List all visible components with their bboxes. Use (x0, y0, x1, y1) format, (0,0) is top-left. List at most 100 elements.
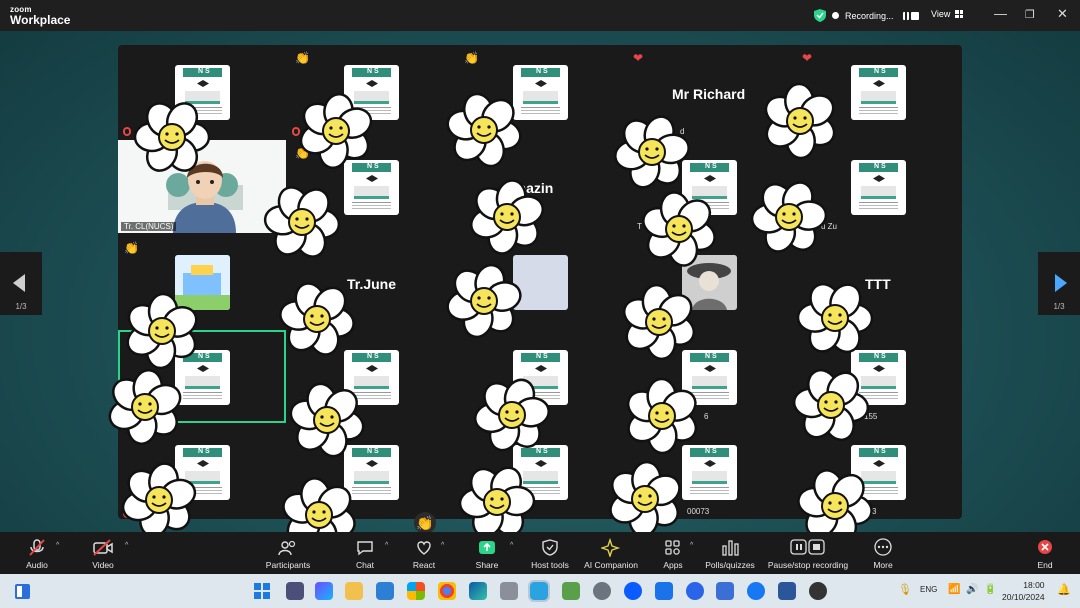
microphone-icon[interactable]: 🎙 (898, 583, 912, 596)
more-icon (874, 538, 892, 556)
clap-reaction-icon: 👏 (464, 51, 479, 65)
chrome-icon[interactable] (438, 582, 456, 600)
flower-sticker (796, 282, 874, 354)
media-player-icon[interactable] (809, 582, 827, 600)
audio-label: Audio (26, 560, 48, 570)
chat-icon (357, 541, 373, 556)
chevron-up-icon[interactable]: ^ (385, 542, 388, 549)
clap-reaction-icon: 👏 (124, 241, 139, 255)
apps-button[interactable]: Apps (660, 538, 686, 570)
arrow-right-icon (1055, 274, 1067, 292)
copilot-icon[interactable] (315, 582, 333, 600)
host-tools-button[interactable]: Host tools (529, 538, 571, 570)
wifi-icon[interactable]: 📶 (948, 584, 960, 595)
task-view-icon[interactable] (286, 582, 304, 600)
chat-button[interactable]: Chat (352, 538, 378, 570)
previous-page-button[interactable]: 1/3 (0, 252, 42, 315)
clap-reaction-icon: 👏 (414, 512, 436, 534)
word-icon[interactable] (778, 582, 796, 600)
flower-sticker (622, 283, 696, 361)
video-button[interactable]: Video (90, 538, 116, 570)
flower-sticker (446, 92, 522, 168)
host-tools-label: Host tools (531, 560, 569, 570)
messenger-icon[interactable] (686, 582, 704, 600)
file-explorer-icon[interactable] (345, 582, 363, 600)
start-icon[interactable] (254, 583, 270, 599)
chevron-up-icon[interactable]: ^ (441, 542, 444, 549)
record-dot-icon (832, 12, 839, 19)
app-icon[interactable] (747, 582, 765, 600)
audio-button[interactable]: Audio (24, 538, 50, 570)
share-button[interactable]: Share (474, 538, 500, 570)
end-label: End (1037, 560, 1053, 570)
telegram-icon[interactable] (528, 580, 550, 602)
meeting-toolbar: Audio ^ Video ^ Participants Chat ^ Reac… (0, 532, 1080, 574)
brand-big: Workplace (10, 13, 71, 27)
flower-sticker (626, 377, 698, 455)
notepad-icon[interactable] (562, 582, 580, 600)
flower-sticker (108, 369, 182, 445)
school-logo-avatar: N S (851, 65, 906, 120)
clock[interactable]: 18:00 20/10/2024 (1002, 579, 1045, 603)
arrow-left-icon (13, 274, 25, 292)
flower-sticker (263, 186, 341, 258)
app-icon[interactable] (500, 582, 518, 600)
chevron-up-icon[interactable]: ^ (56, 542, 59, 549)
participant-label: Tr. CL(NUCS) (121, 222, 177, 231)
photos-icon[interactable] (716, 582, 734, 600)
ai-companion-button[interactable]: AI Companion (583, 538, 639, 570)
clock-date: 20/10/2024 (1002, 592, 1045, 602)
restore-icon[interactable]: ❐ (1025, 8, 1035, 21)
app-icon[interactable] (655, 582, 673, 600)
end-call-icon (1038, 540, 1052, 554)
flower-sticker (642, 191, 716, 267)
school-logo-avatar: N S (851, 160, 906, 215)
pause-recording-label: Pause/stop recording (767, 560, 849, 570)
next-page-button[interactable]: 1/3 (1038, 252, 1080, 315)
sparkle-icon (601, 538, 621, 557)
pause-stop-icon (790, 539, 825, 555)
flower-sticker (609, 460, 681, 538)
vscode-icon[interactable] (376, 582, 394, 600)
flower-sticker (474, 378, 550, 452)
flower-sticker (446, 263, 522, 339)
close-icon[interactable]: ✕ (1057, 6, 1068, 22)
stop-icon[interactable] (910, 11, 919, 20)
edge-icon[interactable] (469, 582, 487, 600)
recording-indicator[interactable]: Recording... (814, 7, 919, 24)
pause-recording-button[interactable]: Pause/stop recording (766, 538, 850, 570)
pause-icon[interactable] (902, 11, 909, 20)
flower-sticker (750, 181, 828, 253)
zoom-icon[interactable] (624, 582, 642, 600)
clock-time: 18:00 (1023, 580, 1045, 590)
widgets-icon[interactable] (14, 583, 31, 600)
ai-companion-label: AI Companion (584, 560, 638, 570)
polls-button[interactable]: Polls/quizzes (704, 538, 756, 570)
windows-taskbar: 🎙 ENG 📶 🔊 🔋 18:00 20/10/2024 🔔 (0, 574, 1080, 608)
volume-icon[interactable]: 🔊 (966, 584, 978, 595)
view-button[interactable]: View (931, 9, 964, 19)
minimize-icon[interactable]: — (994, 6, 1007, 21)
zoom-logo: zoom Workplace (10, 6, 71, 27)
end-button[interactable]: End (1034, 538, 1056, 570)
mic-muted-icon (29, 539, 45, 556)
flower-sticker (299, 92, 373, 170)
language-indicator[interactable]: ENG (920, 585, 937, 594)
flower-sticker (470, 179, 544, 255)
notification-icon[interactable]: 🔔 (1057, 583, 1071, 596)
flower-sticker (121, 462, 197, 538)
participants-button[interactable]: Participants (262, 538, 314, 570)
chevron-up-icon[interactable]: ^ (510, 542, 513, 549)
participants-label: Participants (265, 560, 311, 570)
title-bar: zoom Workplace Recording... View — ❐ ✕ (0, 0, 1080, 31)
battery-icon[interactable]: 🔋 (984, 584, 996, 595)
settings-icon[interactable] (593, 582, 611, 600)
chevron-up-icon[interactable]: ^ (690, 542, 693, 549)
more-button[interactable]: More (870, 538, 896, 570)
flower-sticker (764, 82, 836, 160)
store-icon[interactable] (407, 582, 425, 600)
react-button[interactable]: React (410, 538, 438, 570)
flower-sticker (133, 102, 211, 172)
flower-sticker (458, 466, 536, 538)
chevron-up-icon[interactable]: ^ (125, 542, 128, 549)
